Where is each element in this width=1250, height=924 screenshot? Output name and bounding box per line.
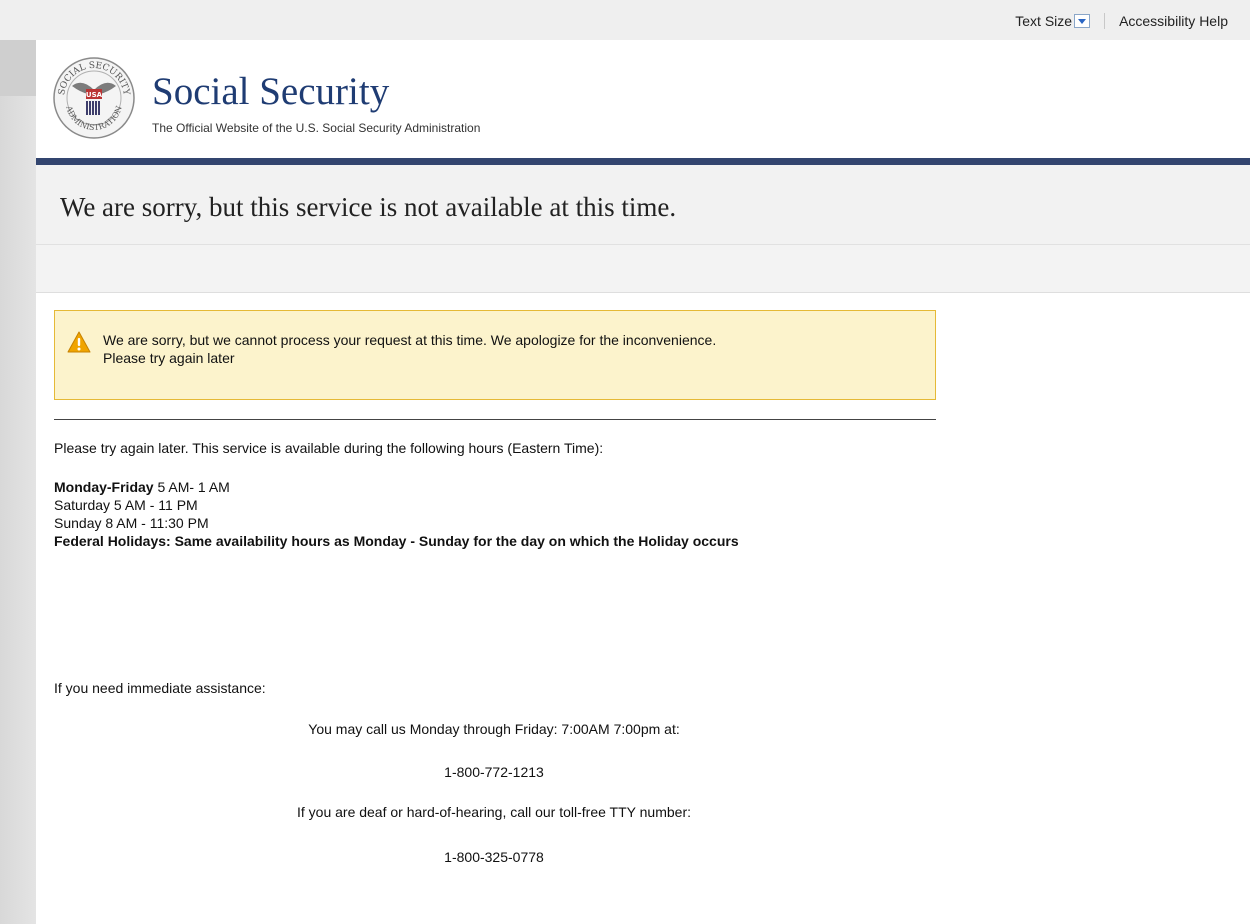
- hours-row-sunday: Sunday 8 AM - 11:30 PM: [54, 514, 954, 532]
- hours-list: Monday-Friday 5 AM- 1 AM Saturday 5 AM -…: [54, 478, 954, 550]
- site-header: SOCIAL SECURITY ADMINISTRATION USA Socia…: [36, 40, 1250, 158]
- text-size-control[interactable]: Text Size: [1015, 13, 1091, 29]
- text-size-label[interactable]: Text Size: [1015, 13, 1072, 29]
- header-rule: [36, 158, 1250, 165]
- section-divider: [54, 419, 936, 420]
- site-tagline: The Official Website of the U.S. Social …: [152, 121, 481, 135]
- hours-day: Monday-Friday: [54, 479, 154, 495]
- left-gutter: [0, 40, 36, 924]
- page-title: We are sorry, but this service is not av…: [60, 192, 677, 222]
- hours-row-weekday: Monday-Friday 5 AM- 1 AM: [54, 478, 954, 496]
- accessibility-help-link[interactable]: Accessibility Help: [1119, 13, 1228, 29]
- hours-day: Sunday: [54, 515, 102, 531]
- alert-message: We are sorry, but we cannot process your…: [103, 331, 923, 367]
- main-phone-number[interactable]: 1-800-772-1213: [54, 764, 934, 780]
- tty-phone-number[interactable]: 1-800-325-0778: [54, 849, 934, 865]
- warning-alert: We are sorry, but we cannot process your…: [54, 310, 936, 400]
- hours-time: 5 AM - 11 PM: [110, 497, 198, 513]
- call-hours-text: You may call us Monday through Friday: 7…: [308, 721, 680, 737]
- federal-holidays-note: Federal Holidays: Same availability hour…: [54, 533, 739, 549]
- ssa-seal-icon[interactable]: SOCIAL SECURITY ADMINISTRATION USA: [52, 56, 136, 140]
- tty-info-text: If you are deaf or hard-of-hearing, call…: [296, 804, 691, 820]
- utility-links: Text Size Accessibility Help: [1015, 13, 1228, 29]
- hours-time: 8 AM - 11:30 PM: [101, 515, 209, 531]
- utility-bar: Text Size Accessibility Help: [0, 0, 1250, 40]
- warning-triangle-icon: [67, 331, 91, 353]
- hours-day: Saturday: [54, 497, 111, 513]
- alert-line-1: We are sorry, but we cannot process your…: [103, 332, 717, 348]
- assistance-label: If you need immediate assistance:: [54, 680, 266, 696]
- divider: [1104, 13, 1106, 29]
- left-gutter-top: [0, 40, 36, 96]
- subheader-band: [36, 245, 1250, 293]
- availability-intro: Please try again later. This service is …: [54, 440, 604, 456]
- hours-row-saturday: Saturday 5 AM - 11 PM: [54, 496, 954, 514]
- chevron-down-icon[interactable]: [1074, 14, 1091, 28]
- hours-time: 5 AM- 1 AM: [153, 479, 230, 495]
- page-container: SOCIAL SECURITY ADMINISTRATION USA Socia…: [36, 40, 1250, 924]
- svg-text:USA: USA: [86, 91, 103, 99]
- site-title[interactable]: Social Security: [152, 72, 389, 111]
- alert-line-2: Please try again later: [103, 350, 235, 366]
- main-content: We are sorry, but we cannot process your…: [54, 310, 954, 550]
- title-band: We are sorry, but this service is not av…: [36, 165, 1250, 245]
